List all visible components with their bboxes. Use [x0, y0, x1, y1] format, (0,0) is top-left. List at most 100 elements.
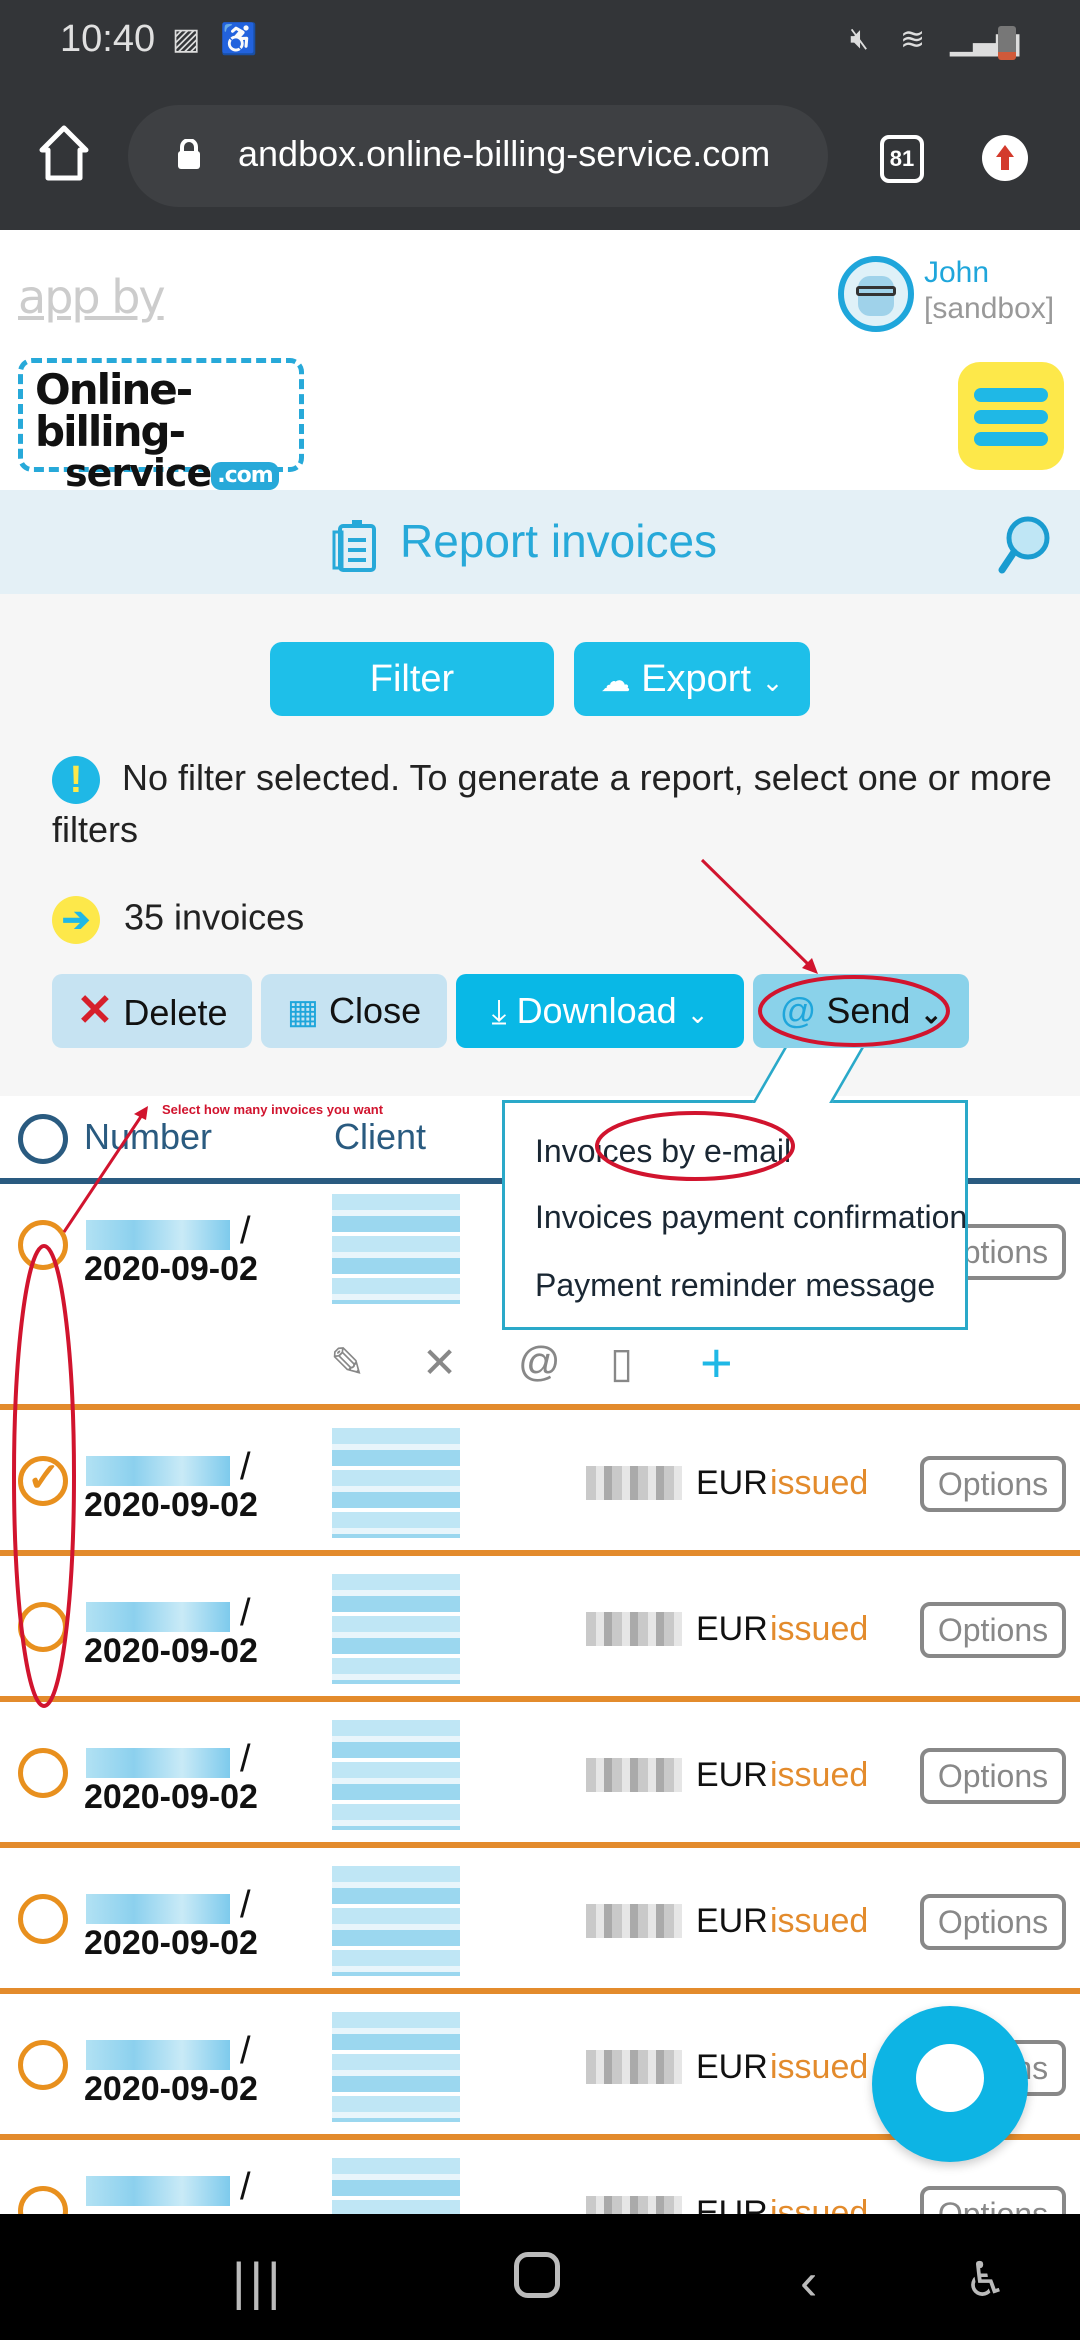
client-name[interactable]: [332, 1720, 460, 1830]
options-button[interactable]: Options: [920, 1456, 1066, 1512]
client-name[interactable]: [332, 1574, 460, 1684]
accessibility-icon[interactable]: ♿︎: [964, 2252, 1007, 2308]
invoice-amount: [586, 2050, 682, 2084]
table-row[interactable]: / 2020-09-02 EUR issued Options: [0, 1702, 1080, 1848]
battery-low-icon: [998, 26, 1016, 60]
invoice-number[interactable]: [86, 2040, 230, 2070]
row-select-radio[interactable]: [18, 2040, 68, 2090]
table-row[interactable]: / 2020-09-02 EUR issued Options: [0, 1556, 1080, 1702]
table-row[interactable]: / 2020-09-02 EUR issued Options: [0, 1410, 1080, 1556]
separator: /: [240, 2166, 251, 2208]
annotation-arrow-send: [700, 858, 814, 970]
filter-button[interactable]: Filter: [270, 642, 554, 716]
page-title-bar: Report invoices: [0, 490, 1080, 594]
invoice-number[interactable]: [86, 1220, 230, 1250]
separator: /: [240, 1446, 251, 1488]
annotation-hint: Select how many invoices you want: [162, 1102, 384, 1117]
back-icon[interactable]: ‹: [800, 2252, 817, 2312]
row-select-radio[interactable]: [18, 1602, 68, 1652]
tab-switcher-button[interactable]: 81: [880, 135, 924, 183]
search-icon[interactable]: [996, 514, 1052, 576]
chevron-down-icon: ⌄: [761, 667, 784, 697]
send-button[interactable]: @ Send ⌄: [753, 974, 969, 1048]
delete-button[interactable]: ✕ Delete: [52, 974, 252, 1048]
currency: EUR: [696, 1902, 768, 1940]
invoice-count-text: 35 invoices: [124, 896, 305, 938]
row-select-radio[interactable]: [18, 1220, 68, 1270]
delete-x-icon: ✕: [76, 986, 114, 1035]
client-name[interactable]: [332, 2012, 460, 2122]
arrow-right-icon: ➔: [52, 896, 100, 944]
recent-apps-icon[interactable]: |||: [232, 2252, 285, 2312]
mute-icon: 🔇︎: [850, 22, 869, 55]
avatar[interactable]: [838, 256, 914, 332]
chat-button[interactable]: [872, 2006, 1028, 2162]
currency: EUR: [696, 2048, 768, 2086]
options-button[interactable]: Options: [920, 1602, 1066, 1658]
filter-info: ! No filter selected. To generate a repor…: [52, 752, 1052, 856]
image-icon: ▨: [172, 23, 201, 56]
logo[interactable]: Online-billing- service .com: [18, 358, 304, 493]
payment-icon[interactable]: ▯: [610, 1338, 633, 1387]
invoice-number[interactable]: [86, 1748, 230, 1778]
user-name[interactable]: John: [924, 256, 989, 290]
edit-icon[interactable]: ✎: [330, 1338, 365, 1387]
invoice-number[interactable]: [86, 1456, 230, 1486]
logo-service: service: [65, 451, 212, 495]
status-badge: issued: [770, 2048, 869, 2086]
download-button[interactable]: ⤓ Download ⌄: [456, 974, 744, 1048]
invoice-number[interactable]: [86, 2176, 230, 2206]
row-actions: ✎ ✕ @ ▯ +: [320, 1331, 770, 1394]
options-button[interactable]: Options: [920, 1894, 1066, 1950]
system-nav-bar: ||| ‹ ♿︎: [0, 2214, 1080, 2340]
invoice-count: ➔ 35 invoices: [52, 896, 304, 944]
row-select-radio[interactable]: [18, 1894, 68, 1944]
export-button[interactable]: ☁ Export ⌄: [574, 642, 810, 716]
menu-bar-icon: [974, 410, 1048, 424]
invoice-number[interactable]: [86, 1894, 230, 1924]
separator: /: [240, 1884, 251, 1926]
row-select-radio[interactable]: [18, 1748, 68, 1798]
home-icon[interactable]: [36, 122, 92, 182]
table-row[interactable]: / 2020-09-02 EUR issued Options: [0, 1848, 1080, 1994]
column-header-number[interactable]: Number: [84, 1116, 212, 1158]
column-header-client[interactable]: Client: [334, 1116, 426, 1158]
email-icon[interactable]: @: [518, 1338, 561, 1386]
menu-bar-icon: [974, 388, 1048, 402]
invoice-date: 2020-09-02: [84, 2070, 258, 2108]
export-label: Export: [641, 658, 752, 700]
logo-line2: service .com: [35, 453, 287, 493]
menu-item-payment-reminder[interactable]: Payment reminder message: [535, 1267, 935, 1304]
client-name[interactable]: [332, 1194, 460, 1304]
wifi-icon: ≋: [900, 23, 926, 56]
client-name[interactable]: [332, 1428, 460, 1538]
invoice-date: 2020-09-02: [84, 1486, 258, 1524]
user-profile[interactable]: John [sandbox]: [838, 256, 1058, 336]
invoice-date: 2020-09-02: [84, 1632, 258, 1670]
download-icon: ⤓: [491, 993, 507, 1031]
menu-item-invoices-by-email[interactable]: Invoices by e-mail: [535, 1133, 791, 1170]
status-bar: 10:40 ▨ ♿ 🔇︎ ≋ ▁▃▅: [0, 0, 1080, 80]
hamburger-menu-button[interactable]: [958, 362, 1064, 470]
currency: EUR: [696, 1610, 768, 1648]
client-name[interactable]: [332, 1866, 460, 1976]
update-icon[interactable]: [982, 135, 1028, 181]
row-select-radio-checked[interactable]: [18, 1455, 68, 1506]
url-text[interactable]: andbox.online-billing-service.com: [238, 133, 770, 175]
close-button[interactable]: ▦ Close: [261, 974, 447, 1048]
dropdown-pointer: [752, 1048, 864, 1103]
currency: EUR: [696, 1464, 768, 1502]
url-bar[interactable]: andbox.online-billing-service.com: [128, 105, 828, 207]
chevron-down-icon: ⌄: [920, 999, 943, 1029]
add-icon[interactable]: +: [700, 1330, 733, 1395]
delete-icon[interactable]: ✕: [422, 1338, 457, 1387]
site-header: app by Online-billing- service .com John …: [0, 230, 1080, 493]
home-nav-icon[interactable]: [514, 2252, 560, 2298]
invoice-number[interactable]: [86, 1602, 230, 1632]
download-label: Download: [516, 990, 677, 1031]
options-button[interactable]: Options: [920, 1748, 1066, 1804]
select-all-radio[interactable]: [18, 1114, 68, 1164]
menu-item-payment-confirmation[interactable]: Invoices payment confirmation: [535, 1199, 967, 1236]
invoice-date: 2020-09-02: [84, 1250, 258, 1288]
exclamation-icon: !: [52, 756, 100, 805]
